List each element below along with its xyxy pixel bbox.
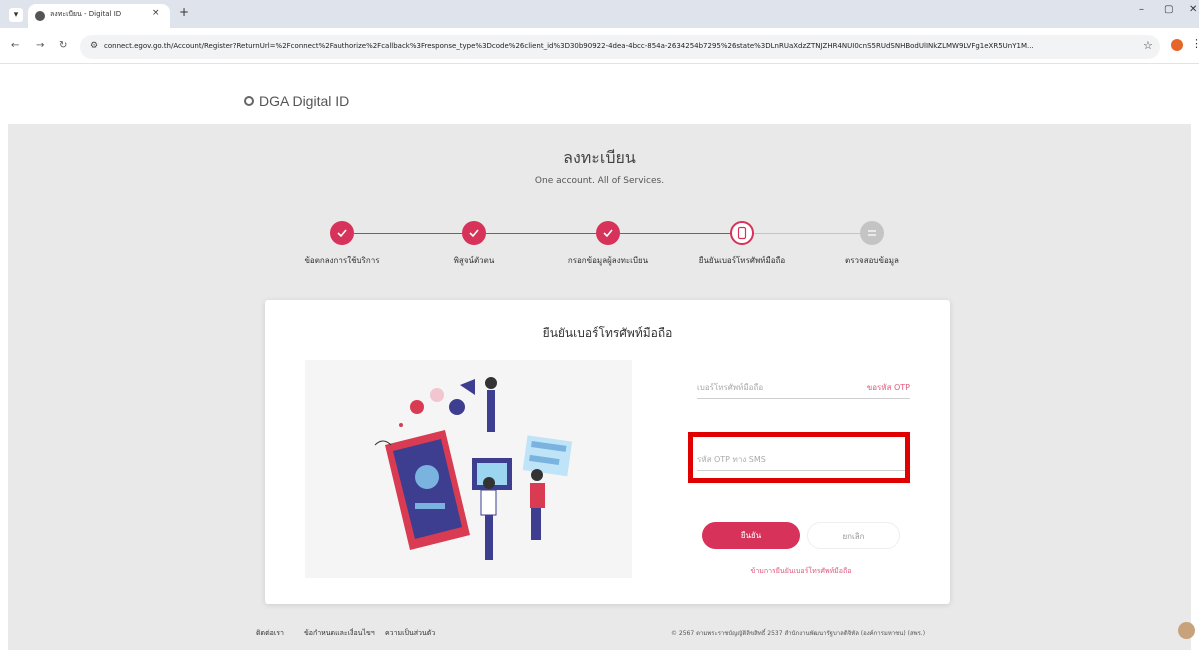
card-title: ยืนยันเบอร์โทรศัพท์มือถือ — [542, 326, 673, 340]
step-label: กรอกข้อมูลผู้ลงทะเบียน — [567, 256, 649, 265]
minimize-icon[interactable]: – — [1139, 4, 1144, 15]
favicon-icon — [35, 11, 45, 21]
close-icon[interactable]: ✕ — [1189, 4, 1197, 15]
browser-toolbar: ← → ↻ ⚙ connect.egov.go.th/Account/Regis… — [0, 28, 1199, 64]
restore-icon[interactable]: ▢ — [1164, 4, 1173, 15]
step-connector — [486, 233, 608, 234]
phone-number-field[interactable]: เบอร์โทรศัพท์มือถือ ขอรหัส OTP — [697, 375, 910, 399]
tab-title: ลงทะเบียน - Digital ID — [50, 10, 122, 18]
step-connector — [748, 233, 860, 234]
cookie-icon[interactable] — [1178, 622, 1195, 639]
step-label: พิสูจน์ตัวตน — [453, 256, 495, 265]
skip-verification-link[interactable]: ข้ามการยืนยันเบอร์โทรศัพท์มือถือ — [702, 566, 900, 577]
menu-icon[interactable]: ⋮ — [1191, 37, 1199, 50]
url-text[interactable]: connect.egov.go.th/Account/Register?Retu… — [104, 42, 1124, 50]
footer-link-contact[interactable]: ติดต่อเรา — [256, 628, 284, 639]
address-bar[interactable]: ⚙ connect.egov.go.th/Account/Register?Re… — [80, 35, 1160, 59]
step-1-check-icon — [330, 221, 354, 245]
logo-text[interactable]: DGA Digital ID — [259, 93, 349, 109]
fingerprint-icon — [244, 96, 254, 106]
step-connector — [354, 233, 474, 234]
page-subtitle: One account. All of Services. — [534, 176, 665, 186]
confirm-button[interactable]: ยืนยัน — [702, 522, 800, 549]
page-title: ลงทะเบียน — [563, 148, 636, 167]
step-connector — [620, 233, 736, 234]
step-2-check-icon — [462, 221, 486, 245]
browser-tab[interactable]: ลงทะเบียน - Digital ID × — [28, 4, 170, 28]
new-tab-button[interactable]: + — [179, 5, 189, 19]
footer-copyright: © 2567 ตามพระราชบัญญัติลิขสิทธิ์ 2537 สำ… — [671, 630, 926, 637]
forward-icon[interactable]: → — [36, 40, 44, 51]
illustration-image — [305, 360, 632, 578]
phone-number-placeholder: เบอร์โทรศัพท์มือถือ — [697, 383, 764, 392]
footer-link-privacy[interactable]: ความเป็นส่วนตัว — [385, 628, 435, 639]
back-icon[interactable]: ← — [11, 40, 19, 51]
site-info-icon[interactable]: ⚙ — [90, 41, 98, 51]
browser-tab-bar: ▾ ลงทะเบียน - Digital ID × + – ▢ ✕ — [0, 0, 1199, 28]
window-controls: – ▢ ✕ — [1129, 3, 1199, 23]
step-3-check-icon — [596, 221, 620, 245]
reload-icon[interactable]: ↻ — [59, 40, 67, 51]
step-5-review-icon — [860, 221, 884, 245]
step-label: ยืนยันเบอร์โทรศัพท์มือถือ — [698, 256, 786, 265]
step-label: ตรวจสอบข้อมูล — [845, 256, 899, 265]
tab-close-icon[interactable]: × — [152, 8, 160, 18]
profile-icon[interactable] — [1171, 39, 1183, 51]
otp-highlight-annotation — [688, 432, 910, 483]
site-header: DGA Digital ID — [0, 82, 1199, 124]
footer-link-terms[interactable]: ข้อกำหนดและเงื่อนไขฯ — [304, 628, 375, 639]
star-icon[interactable]: ☆ — [1143, 39, 1153, 52]
step-label: ข้อตกลงการใช้บริการ — [304, 256, 380, 265]
step-4-phone-icon — [730, 221, 754, 245]
cancel-button[interactable]: ยกเลิก — [807, 522, 900, 549]
request-otp-link[interactable]: ขอรหัส OTP — [867, 381, 910, 394]
chevron-down-icon[interactable]: ▾ — [9, 8, 23, 22]
